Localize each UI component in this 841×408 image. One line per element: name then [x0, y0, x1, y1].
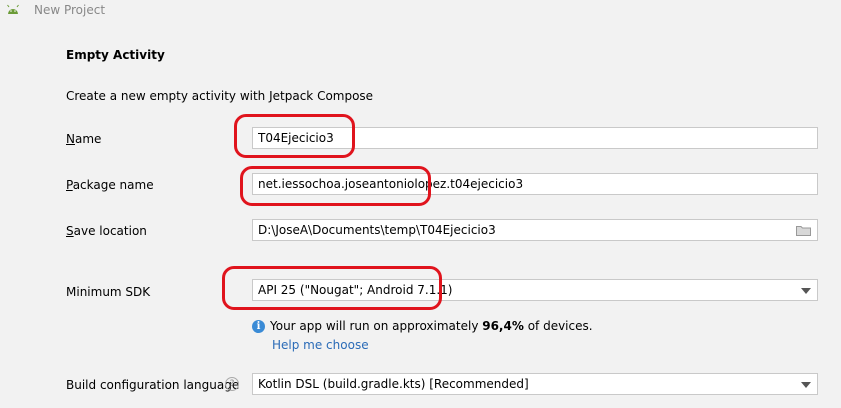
save-location-input[interactable] [258, 220, 778, 240]
info-icon: i [252, 320, 265, 333]
minimum-sdk-value: API 25 ("Nougat"; Android 7.1.1) [258, 283, 453, 297]
chevron-down-icon[interactable] [801, 288, 811, 294]
title-bar: New Project [0, 0, 841, 22]
window-title: New Project [34, 3, 106, 17]
package-name-label: Package name [66, 178, 154, 192]
name-field[interactable] [252, 127, 818, 149]
chevron-down-icon[interactable] [801, 382, 811, 388]
save-location-field[interactable] [252, 219, 818, 241]
package-name-input[interactable] [258, 174, 778, 194]
name-input[interactable] [258, 128, 778, 148]
minimum-sdk-select[interactable]: API 25 ("Nougat"; Android 7.1.1) [252, 279, 818, 301]
save-location-label: Save location [66, 224, 147, 238]
minimum-sdk-label: Minimum SDK [66, 285, 151, 299]
page-title: Empty Activity [66, 48, 165, 62]
sdk-coverage-info: Your app will run on approximately 96,4%… [270, 319, 593, 333]
help-icon[interactable]: ? [225, 377, 239, 391]
help-me-choose-link[interactable]: Help me choose [272, 338, 369, 352]
package-name-field[interactable] [252, 173, 818, 195]
name-label: Name [66, 132, 102, 146]
build-config-language-select[interactable]: Kotlin DSL (build.gradle.kts) [Recommend… [252, 373, 818, 395]
page-description: Create a new empty activity with Jetpack… [66, 89, 374, 103]
android-icon [7, 4, 19, 14]
build-config-language-value: Kotlin DSL (build.gradle.kts) [Recommend… [258, 377, 529, 391]
build-config-language-label: Build configuration language [66, 378, 240, 392]
folder-icon[interactable] [796, 225, 811, 236]
sdk-coverage-percent: 96,4% [482, 319, 524, 333]
